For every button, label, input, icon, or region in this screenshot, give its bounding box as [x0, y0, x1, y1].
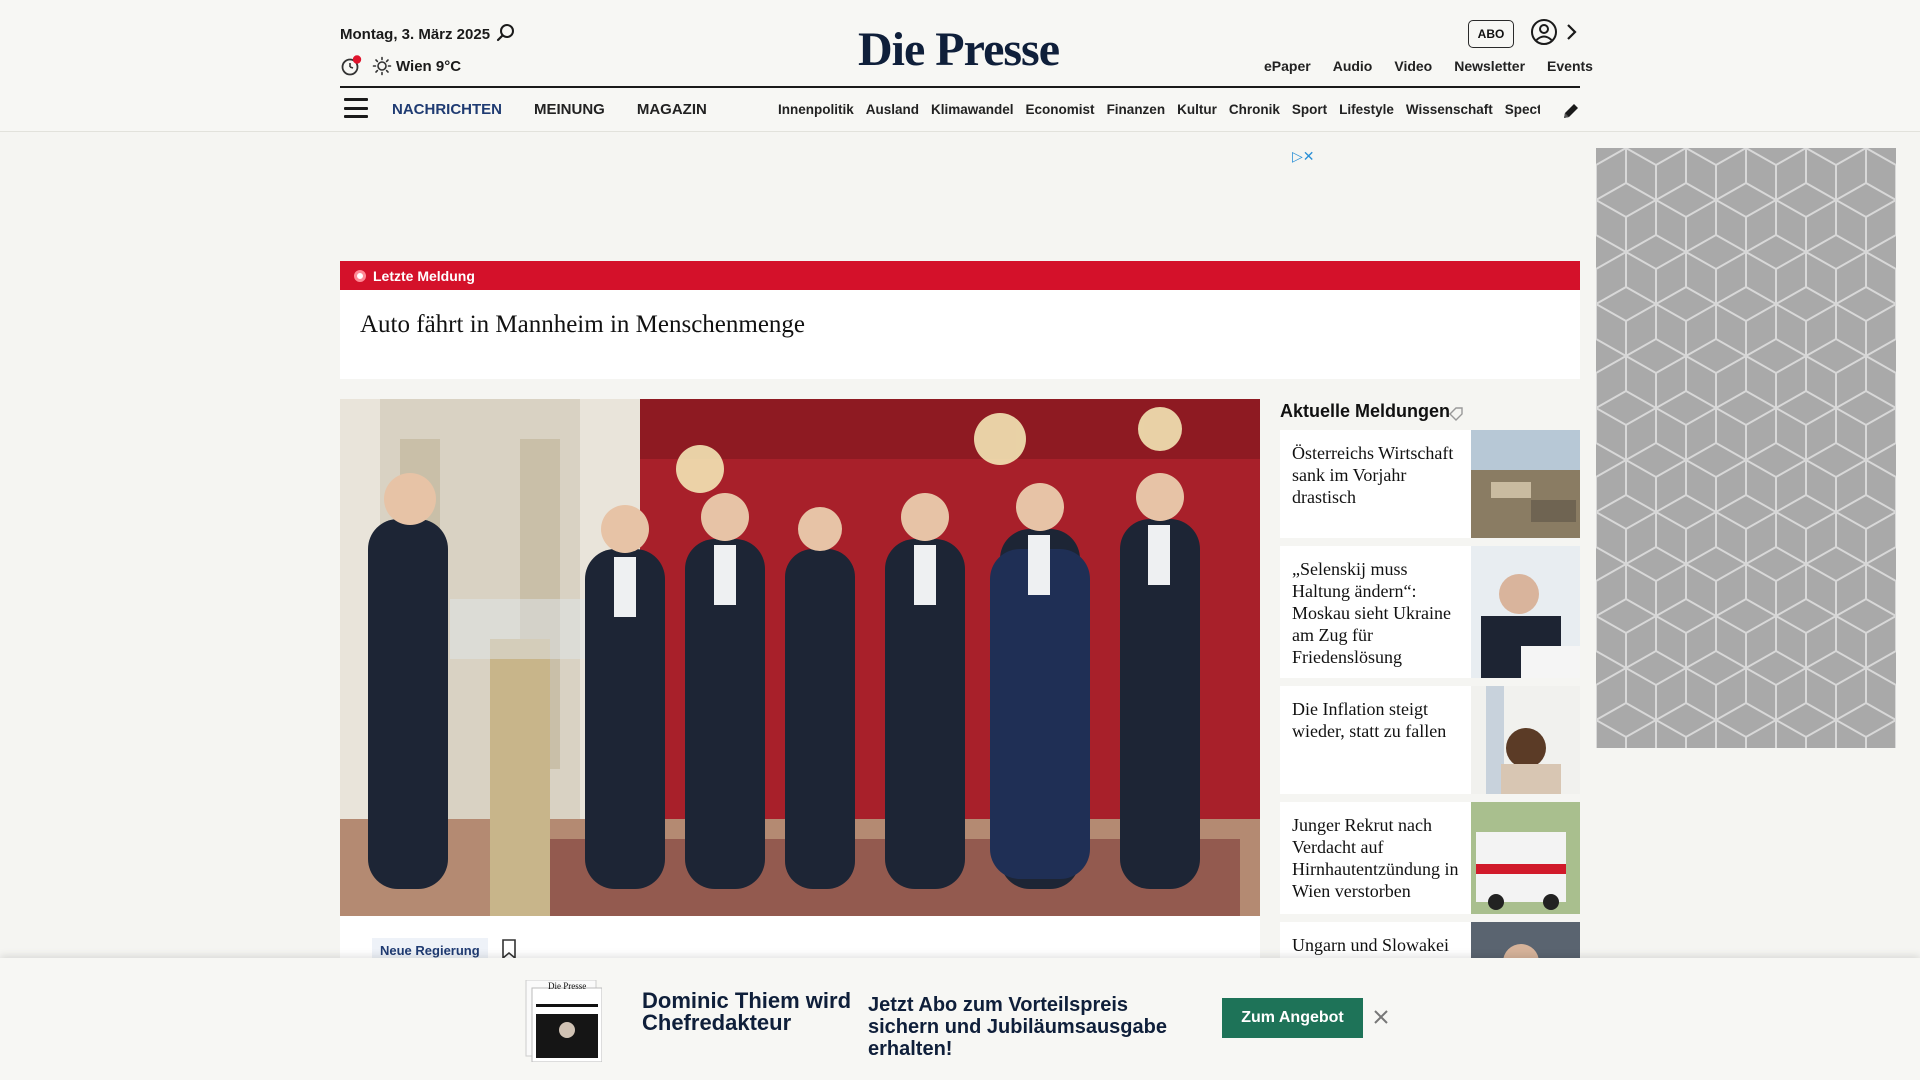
news-item-thumbnail[interactable] [1471, 802, 1580, 914]
user-account-icon[interactable] [1530, 18, 1558, 46]
site-logo[interactable]: Die Presse [858, 22, 1060, 77]
nav-economist[interactable]: Economist [1026, 102, 1095, 117]
nav-meinung[interactable]: MEINUNG [534, 101, 605, 118]
news-item-title[interactable]: Österreichs Wirtschaft sank im Vorjahr d… [1292, 442, 1462, 508]
breaking-news-bar: Letzte Meldung [340, 261, 1580, 290]
sub-nav: Innenpolitik Ausland Klimawandel Economi… [778, 102, 1540, 117]
news-item[interactable]: Die Inflation steigt wieder, statt zu fa… [1280, 686, 1580, 794]
live-dot-icon [354, 269, 366, 282]
nav-sport[interactable]: Sport [1292, 102, 1327, 117]
newspaper-image: Die Presse [525, 980, 602, 1062]
tag-icon [1449, 407, 1463, 421]
banner-headline: Dominic Thiem wird Chefredakteur [642, 988, 852, 1035]
nav-klimawandel[interactable]: Klimawandel [931, 102, 1014, 117]
news-item[interactable]: Österreichs Wirtschaft sank im Vorjahr d… [1280, 430, 1580, 538]
top-links: ePaper Audio Video Newsletter Events [1264, 58, 1593, 74]
bookmark-icon[interactable] [500, 938, 518, 960]
pencil-icon[interactable] [1560, 100, 1582, 122]
link-audio[interactable]: Audio [1333, 58, 1373, 74]
sun-icon [372, 56, 392, 76]
nav-nachrichten[interactable]: NACHRICHTEN [392, 101, 502, 118]
news-item-title[interactable]: Junger Rekrut nach Verdacht auf Hirnhaut… [1292, 814, 1462, 902]
nav-finanzen[interactable]: Finanzen [1107, 102, 1166, 117]
hero-image[interactable] [340, 399, 1260, 916]
nav-lifestyle[interactable]: Lifestyle [1339, 102, 1394, 117]
search-icon[interactable] [495, 22, 517, 44]
notification-icon[interactable] [340, 55, 362, 77]
nav-spectrum[interactable]: Spectrum [1505, 102, 1540, 117]
chevron-right-icon[interactable] [1562, 22, 1580, 42]
ad-choices-icon[interactable]: ▷✕ [1292, 148, 1315, 165]
breaking-headline[interactable]: Auto fährt in Mannheim in Menschenmenge [360, 311, 805, 339]
banner-text: Jetzt Abo zum Vorteilspreis sichern und … [868, 994, 1167, 1060]
news-item-title[interactable]: „Selenskij muss Haltung ändern“: Moskau … [1292, 558, 1462, 668]
link-events[interactable]: Events [1547, 58, 1593, 74]
nav-divider [340, 86, 1580, 88]
nav-innenpolitik[interactable]: Innenpolitik [778, 102, 854, 117]
newspaper-masthead: Die Presse [548, 981, 586, 991]
subscription-banner: Die Presse Dominic Thiem wird Chefredakt… [0, 958, 1920, 1080]
menu-hamburger-icon[interactable] [344, 98, 368, 118]
nav-ausland[interactable]: Ausland [866, 102, 919, 117]
advertisement-banner[interactable] [1596, 148, 1896, 748]
close-icon[interactable] [1372, 1008, 1390, 1026]
main-nav: NACHRICHTEN MEINUNG MAGAZIN [392, 101, 707, 118]
news-item-thumbnail[interactable] [1471, 430, 1580, 538]
abo-button[interactable]: ABO [1468, 20, 1514, 48]
site-header: Montag, 3. März 2025 Wien 9°C Die Presse… [0, 0, 1920, 132]
nav-magazin[interactable]: MAGAZIN [637, 101, 707, 118]
news-item-thumbnail[interactable] [1471, 686, 1580, 794]
nav-kultur[interactable]: Kultur [1177, 102, 1217, 117]
news-item[interactable]: „Selenskij muss Haltung ändern“: Moskau … [1280, 546, 1580, 678]
news-item-title[interactable]: Ungarn und Slowakei [1292, 934, 1462, 956]
breaking-label: Letzte Meldung [373, 267, 475, 284]
link-video[interactable]: Video [1394, 58, 1432, 74]
nav-chronik[interactable]: Chronik [1229, 102, 1280, 117]
nav-wissenschaft[interactable]: Wissenschaft [1406, 102, 1493, 117]
news-item-title[interactable]: Die Inflation steigt wieder, statt zu fa… [1292, 698, 1462, 742]
zum-angebot-button[interactable]: Zum Angebot [1222, 998, 1363, 1038]
news-item[interactable]: Junger Rekrut nach Verdacht auf Hirnhaut… [1280, 802, 1580, 914]
link-epaper[interactable]: ePaper [1264, 58, 1311, 74]
weather-readout[interactable]: Wien 9°C [396, 58, 461, 75]
link-newsletter[interactable]: Newsletter [1454, 58, 1525, 74]
current-date: Montag, 3. März 2025 [340, 26, 491, 43]
news-item-thumbnail[interactable] [1471, 546, 1580, 678]
aktuelle-meldungen-heading: Aktuelle Meldungen [1280, 401, 1451, 421]
breaking-news-card[interactable]: Letzte Meldung Auto fährt in Mannheim in… [340, 261, 1580, 379]
